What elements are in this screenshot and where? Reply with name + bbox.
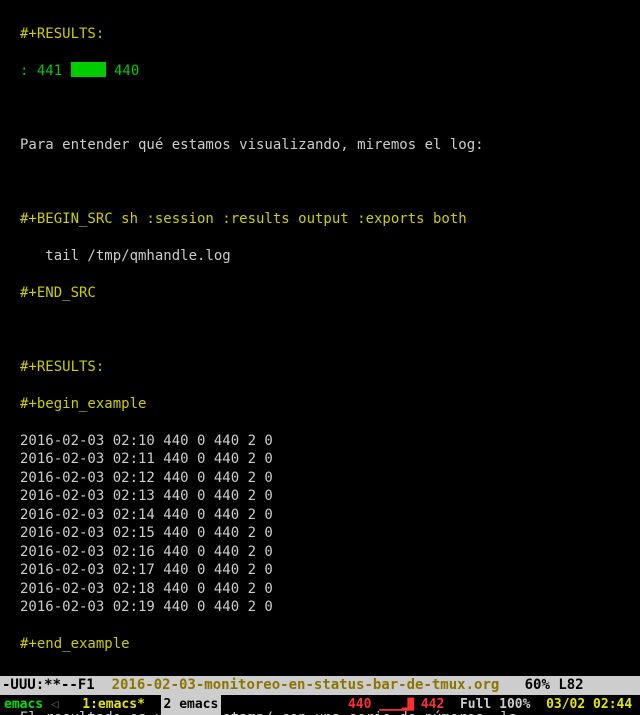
src-begin: #+BEGIN_SRC sh :session :results output …: [20, 211, 467, 227]
src-end: #+END_SRC: [20, 285, 96, 301]
tmux-metric: 442: [413, 695, 444, 715]
results-keyword: #+RESULTS:: [20, 359, 104, 375]
log-line: 2016-02-03 02:17 440 0 440 2 0: [0, 561, 640, 580]
log-line: 2016-02-03 02:18 440 0 440 2 0: [0, 580, 640, 599]
tmux-status-bar: emacs ◁ 1:emacs* 2 emacs 440 ▁▁▁▁▂█ 442 …: [0, 695, 640, 715]
modeline-filename: 2016-02-03-monitoreo-en-status-bar-de-tm…: [112, 677, 500, 693]
log-line: 2016-02-03 02:11 440 0 440 2 0: [0, 450, 640, 469]
tmux-metric: 440: [348, 695, 379, 715]
sparkline-icon: ▁▁▁▁▂█: [379, 695, 413, 715]
log-line: 2016-02-03 02:10 440 0 440 2 0: [0, 432, 640, 451]
src-body: tail /tmp/qmhandle.log: [20, 248, 231, 264]
tmux-window-2[interactable]: 2 emacs: [161, 695, 222, 715]
cursor-block: [71, 62, 106, 77]
example-begin: #+begin_example: [20, 396, 146, 412]
separator-icon: ◁: [51, 695, 59, 715]
log-line: 2016-02-03 02:19 440 0 440 2 0: [0, 598, 640, 617]
result-value: : 441 440: [20, 63, 139, 79]
log-line: 2016-02-03 02:16 440 0 440 2 0: [0, 543, 640, 562]
log-line: 2016-02-03 02:13 440 0 440 2 0: [0, 487, 640, 506]
tmux-battery: Full 100%: [444, 695, 546, 715]
log-line: 2016-02-03 02:14 440 0 440 2 0: [0, 506, 640, 525]
tmux-clock: 03/02 02:44: [546, 695, 632, 715]
example-end: #+end_example: [20, 636, 130, 652]
tmux-window-1[interactable]: 1:emacs*: [59, 695, 161, 715]
tmux-session-name: emacs: [0, 695, 51, 715]
editor-body[interactable]: #+RESULTS: : 441 440 Para entender qué e…: [0, 0, 640, 676]
log-line: 2016-02-03 02:15 440 0 440 2 0: [0, 524, 640, 543]
results-keyword: #+RESULTS:: [20, 26, 104, 42]
emacs-modeline: -UUU:**--F1 2016-02-03-monitoreo-en-stat…: [0, 676, 640, 695]
paragraph-text: Para entender qué estamos visualizando, …: [20, 137, 484, 153]
log-line: 2016-02-03 02:12 440 0 440 2 0: [0, 469, 640, 488]
